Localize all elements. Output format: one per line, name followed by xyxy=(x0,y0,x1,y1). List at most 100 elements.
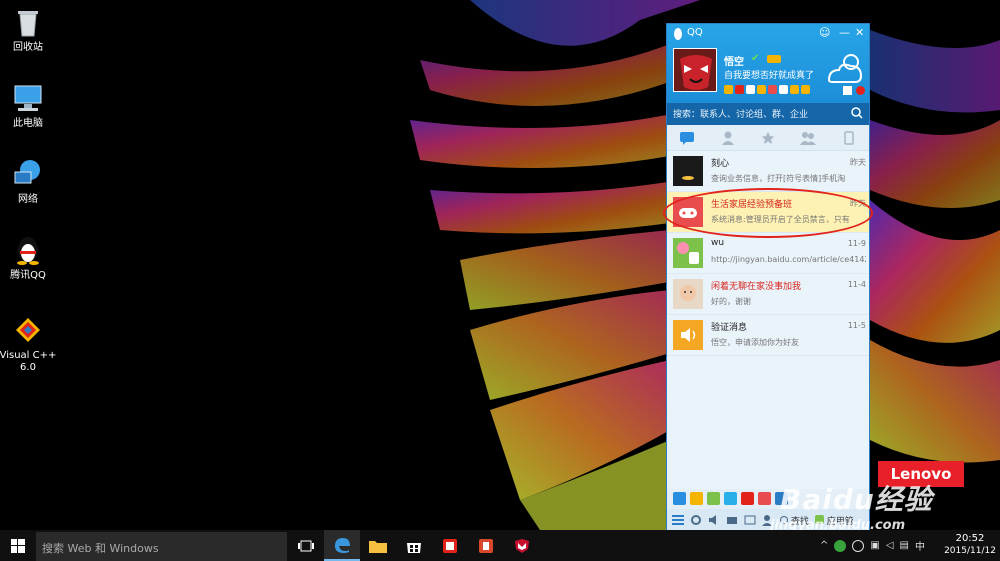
taskbar: 搜索 Web 和 Windows ^ ▣ ◁ ▤ 中 20:52 2015/11… xyxy=(0,530,1000,561)
taskbar-store-button[interactable] xyxy=(396,530,432,561)
input-method-icon[interactable]: 中 xyxy=(915,538,925,553)
qq-tab-bar xyxy=(667,125,869,151)
taskbar-edge-button[interactable] xyxy=(324,530,360,561)
star-icon[interactable] xyxy=(724,85,733,94)
phone-icon xyxy=(844,130,854,145)
conversation-avatar xyxy=(673,279,703,309)
avatar[interactable] xyxy=(673,48,717,92)
visual-cpp-icon xyxy=(12,314,44,346)
music-app-icon[interactable] xyxy=(707,492,720,505)
tab-groups[interactable] xyxy=(798,128,818,148)
conversation-preview: http://jingyan.baidu.com/article/ce41422… xyxy=(711,255,866,264)
conversation-avatar xyxy=(673,238,703,268)
file-transfer-icon[interactable] xyxy=(744,514,756,526)
taskbar-app-button[interactable] xyxy=(432,530,468,561)
network-icon xyxy=(12,158,44,190)
volume-icon[interactable]: ◁ xyxy=(886,540,894,551)
conversation-preview: 好的，谢谢 xyxy=(711,297,751,306)
windows-logo-icon xyxy=(11,538,25,553)
desktop-icon-visual-cpp[interactable]: Visual C++ 6.0 xyxy=(0,314,58,374)
skin-icon[interactable]: ☺ xyxy=(819,26,830,39)
qzone-app-icon[interactable] xyxy=(673,492,686,505)
vip-icon[interactable] xyxy=(801,85,810,94)
game-icon[interactable] xyxy=(735,85,744,94)
desktop-icon-network[interactable]: 网络 xyxy=(0,158,58,206)
conversation-time: 11-9 xyxy=(847,239,866,248)
network-icon[interactable]: ▣ xyxy=(870,540,879,551)
tab-devices[interactable] xyxy=(839,128,859,148)
start-button[interactable] xyxy=(0,530,36,561)
taskbar-mcafee-button[interactable] xyxy=(504,530,540,561)
taskbar-file-explorer-button[interactable] xyxy=(360,530,396,561)
task-view-button[interactable] xyxy=(288,530,324,561)
conversation-name: wu xyxy=(711,238,725,248)
desktop-icon-recycle-bin[interactable]: 回收站 xyxy=(0,6,58,54)
volume-icon[interactable] xyxy=(708,514,720,526)
speaker-icon xyxy=(673,320,703,350)
conversation-time: 11-4 xyxy=(847,280,866,289)
tray-app-icon[interactable] xyxy=(852,539,865,552)
computer-icon xyxy=(12,82,44,114)
tab-favorites[interactable] xyxy=(758,128,778,148)
taskbar-search-placeholder: 搜索 Web 和 Windows xyxy=(42,542,159,555)
baidu-watermark: Baidu经验 xyxy=(780,483,933,516)
edge-browser-icon xyxy=(335,537,350,553)
desktop-icon-label: 回收站 xyxy=(13,42,43,53)
mail-icon[interactable] xyxy=(726,514,738,526)
main-menu-icon[interactable] xyxy=(672,514,684,526)
conversation-item[interactable]: 刻心 查询业务信息，打开[符号表情]手机淘 昨天 xyxy=(667,151,869,192)
conversation-item[interactable]: 验证消息 悟空，申请添加你为好友 11-5 xyxy=(667,315,869,356)
qq-logo-icon xyxy=(672,26,684,45)
recycle-bin-icon xyxy=(12,6,44,38)
star-icon xyxy=(761,131,774,144)
game-app-icon[interactable] xyxy=(690,492,703,505)
tab-recent-chats[interactable] xyxy=(677,128,697,148)
online-status-icon[interactable]: ✔ xyxy=(751,53,759,64)
search-icon[interactable] xyxy=(851,107,863,122)
annotation-circle xyxy=(663,188,873,238)
conversation-item[interactable]: 闲着无聊在家没事加我 好的，谢谢 11-4 xyxy=(667,274,869,315)
clock-date: 2015/11/12 xyxy=(944,546,996,556)
mcafee-shield-icon xyxy=(515,538,529,553)
conversation-name: 刻心 xyxy=(711,159,730,169)
store-icon xyxy=(407,542,421,553)
notification-center-icon[interactable]: ▤ xyxy=(900,540,909,551)
reader-app-icon[interactable] xyxy=(758,492,771,505)
search-placeholder: 搜索：联系人、讨论组、群、企业 xyxy=(673,110,809,120)
gift-icon[interactable] xyxy=(843,86,852,95)
video-app-icon[interactable] xyxy=(724,492,737,505)
conversation-avatar xyxy=(673,156,703,186)
qq-header: QQ ☺ — ✕ 悟空 ✔ 自我要想否好就成真了 xyxy=(667,24,869,103)
conversation-name: 闲着无聊在家没事加我 xyxy=(711,282,802,292)
mail-icon[interactable] xyxy=(746,85,755,94)
red-app-icon xyxy=(443,538,457,553)
signature[interactable]: 自我要想否好就成真了 xyxy=(724,68,814,81)
wallet-icon[interactable] xyxy=(768,85,777,94)
conversation-time: 11-5 xyxy=(847,321,866,330)
vip-badge-icon xyxy=(767,55,781,63)
task-view-icon xyxy=(298,540,314,551)
qzone-icon[interactable] xyxy=(757,85,766,94)
weiyun-icon[interactable] xyxy=(779,85,788,94)
desktop-icon-this-pc[interactable]: 此电脑 xyxy=(0,82,58,130)
message-box-icon[interactable] xyxy=(856,86,865,95)
close-button[interactable]: ✕ xyxy=(855,26,864,39)
contact-search-field[interactable]: 搜索：联系人、讨论组、群、企业 xyxy=(667,103,869,125)
weather-icon[interactable] xyxy=(825,50,865,90)
clock-time: 20:52 xyxy=(955,533,985,544)
show-hidden-icons-icon[interactable]: ^ xyxy=(820,540,828,551)
taskbar-clock[interactable]: 20:52 2015/11/12 xyxy=(942,533,998,557)
desktop-icon-label: 网络 xyxy=(18,194,38,205)
stock-app-icon[interactable] xyxy=(741,492,754,505)
shop-icon[interactable] xyxy=(790,85,799,94)
settings-icon[interactable] xyxy=(690,514,702,526)
minimize-button[interactable]: — xyxy=(839,26,850,39)
nickname[interactable]: 悟空 xyxy=(724,53,744,68)
desktop-icon-qq[interactable]: 腾讯QQ xyxy=(0,234,58,282)
taskbar-search-box[interactable]: 搜索 Web 和 Windows xyxy=(36,532,287,561)
taskbar-app-button[interactable] xyxy=(468,530,504,561)
level-icons xyxy=(724,85,810,97)
conversation-item[interactable]: wu http://jingyan.baidu.com/article/ce41… xyxy=(667,233,869,274)
tab-contacts[interactable] xyxy=(718,128,738,148)
tray-app-icon[interactable] xyxy=(834,539,847,552)
